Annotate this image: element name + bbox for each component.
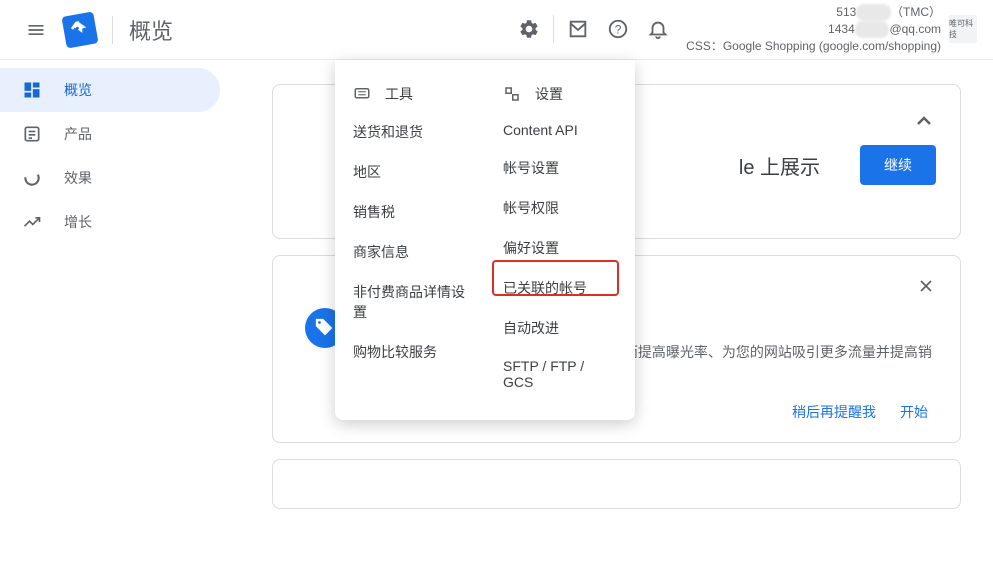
app-header: 概览 ? 5130000（TMC） 14340000@qq.com CSS：Go… xyxy=(0,0,993,60)
account-id-suffix: （TMC） xyxy=(891,5,941,19)
next-card-peek xyxy=(272,459,961,509)
tools-settings-menu: 工具 送货和退货 地区 销售税 商家信息 非付费商品详情设置 购物比较服务 设置… xyxy=(335,60,635,420)
css-label: CSS： xyxy=(686,39,723,53)
settings-title: 设置 xyxy=(535,84,563,104)
chevron-up-icon[interactable] xyxy=(912,109,936,133)
tools-column: 工具 送货和退货 地区 销售税 商家信息 非付费商品详情设置 购物比较服务 xyxy=(335,68,485,408)
sidebar-label: 效果 xyxy=(64,168,92,188)
account-email-prefix: 1434 xyxy=(828,22,855,36)
performance-icon xyxy=(20,166,44,190)
menu-auto-improve[interactable]: 自动改进 xyxy=(485,308,635,348)
settings-icon xyxy=(503,85,521,103)
mail-icon[interactable] xyxy=(558,9,598,49)
menu-shopping-compare[interactable]: 购物比较服务 xyxy=(335,332,485,372)
header-right: ? 5130000（TMC） 14340000@qq.com CSS：Googl… xyxy=(509,4,977,54)
sidebar-item-overview[interactable]: 概览 xyxy=(0,68,220,112)
redacted: 0000 xyxy=(856,4,891,21)
svg-text:?: ? xyxy=(615,23,622,37)
sidebar-label: 增长 xyxy=(64,212,92,232)
bell-icon[interactable] xyxy=(638,9,678,49)
tools-title: 工具 xyxy=(385,84,413,104)
menu-regions[interactable]: 地区 xyxy=(335,152,485,192)
account-id-prefix: 513 xyxy=(836,5,856,19)
menu-free-listings[interactable]: 非付费商品详情设置 xyxy=(335,272,485,332)
sidebar-nav: 概览 产品 效果 增长 xyxy=(0,60,240,585)
growth-icon xyxy=(20,210,44,234)
sidebar-label: 产品 xyxy=(64,124,92,144)
list-icon xyxy=(20,122,44,146)
menu-content-api[interactable]: Content API xyxy=(485,112,635,148)
divider xyxy=(553,15,554,43)
menu-sftp[interactable]: SFTP / FTP / GCS xyxy=(485,348,635,400)
account-email-suffix: @qq.com xyxy=(889,22,941,36)
sidebar-item-products[interactable]: 产品 xyxy=(0,112,220,156)
redacted: 0000 xyxy=(855,21,890,38)
account-info[interactable]: 5130000（TMC） 14340000@qq.com CSS：Google … xyxy=(686,4,941,54)
css-link[interactable]: Google Shopping (google.com/shopping) xyxy=(723,39,941,53)
menu-tax[interactable]: 销售税 xyxy=(335,192,485,232)
menu-shipping[interactable]: 送货和退货 xyxy=(335,112,485,152)
close-icon[interactable] xyxy=(916,276,936,296)
tools-icon xyxy=(353,85,371,103)
hamburger-menu-button[interactable] xyxy=(16,10,56,50)
menu-linked-accounts[interactable]: 已关联的帐号 xyxy=(485,268,635,308)
settings-header: 设置 xyxy=(485,76,635,112)
remind-later-button[interactable]: 稍后再提醒我 xyxy=(792,402,876,422)
settings-column: 设置 Content API 帐号设置 帐号权限 偏好设置 已关联的帐号 自动改… xyxy=(485,68,635,408)
continue-button[interactable]: 继续 xyxy=(860,145,936,185)
sidebar-item-performance[interactable]: 效果 xyxy=(0,156,220,200)
divider xyxy=(112,16,113,44)
menu-account-permissions[interactable]: 帐号权限 xyxy=(485,188,635,228)
dashboard-icon xyxy=(20,78,44,102)
settings-gear-icon[interactable] xyxy=(509,9,549,49)
menu-account-settings[interactable]: 帐号设置 xyxy=(485,148,635,188)
help-icon[interactable]: ? xyxy=(598,9,638,49)
start-button[interactable]: 开始 xyxy=(900,402,928,422)
page-title: 概览 xyxy=(129,14,173,46)
sidebar-label: 概览 xyxy=(64,80,92,100)
card-title-fragment: le 上展示 xyxy=(739,151,820,180)
menu-business-info[interactable]: 商家信息 xyxy=(335,232,485,272)
tools-header: 工具 xyxy=(335,76,485,112)
sidebar-item-growth[interactable]: 增长 xyxy=(0,200,220,244)
partner-logo-icon: 唯可科技 xyxy=(949,15,977,43)
menu-preferences[interactable]: 偏好设置 xyxy=(485,228,635,268)
merchant-center-logo xyxy=(61,11,98,48)
